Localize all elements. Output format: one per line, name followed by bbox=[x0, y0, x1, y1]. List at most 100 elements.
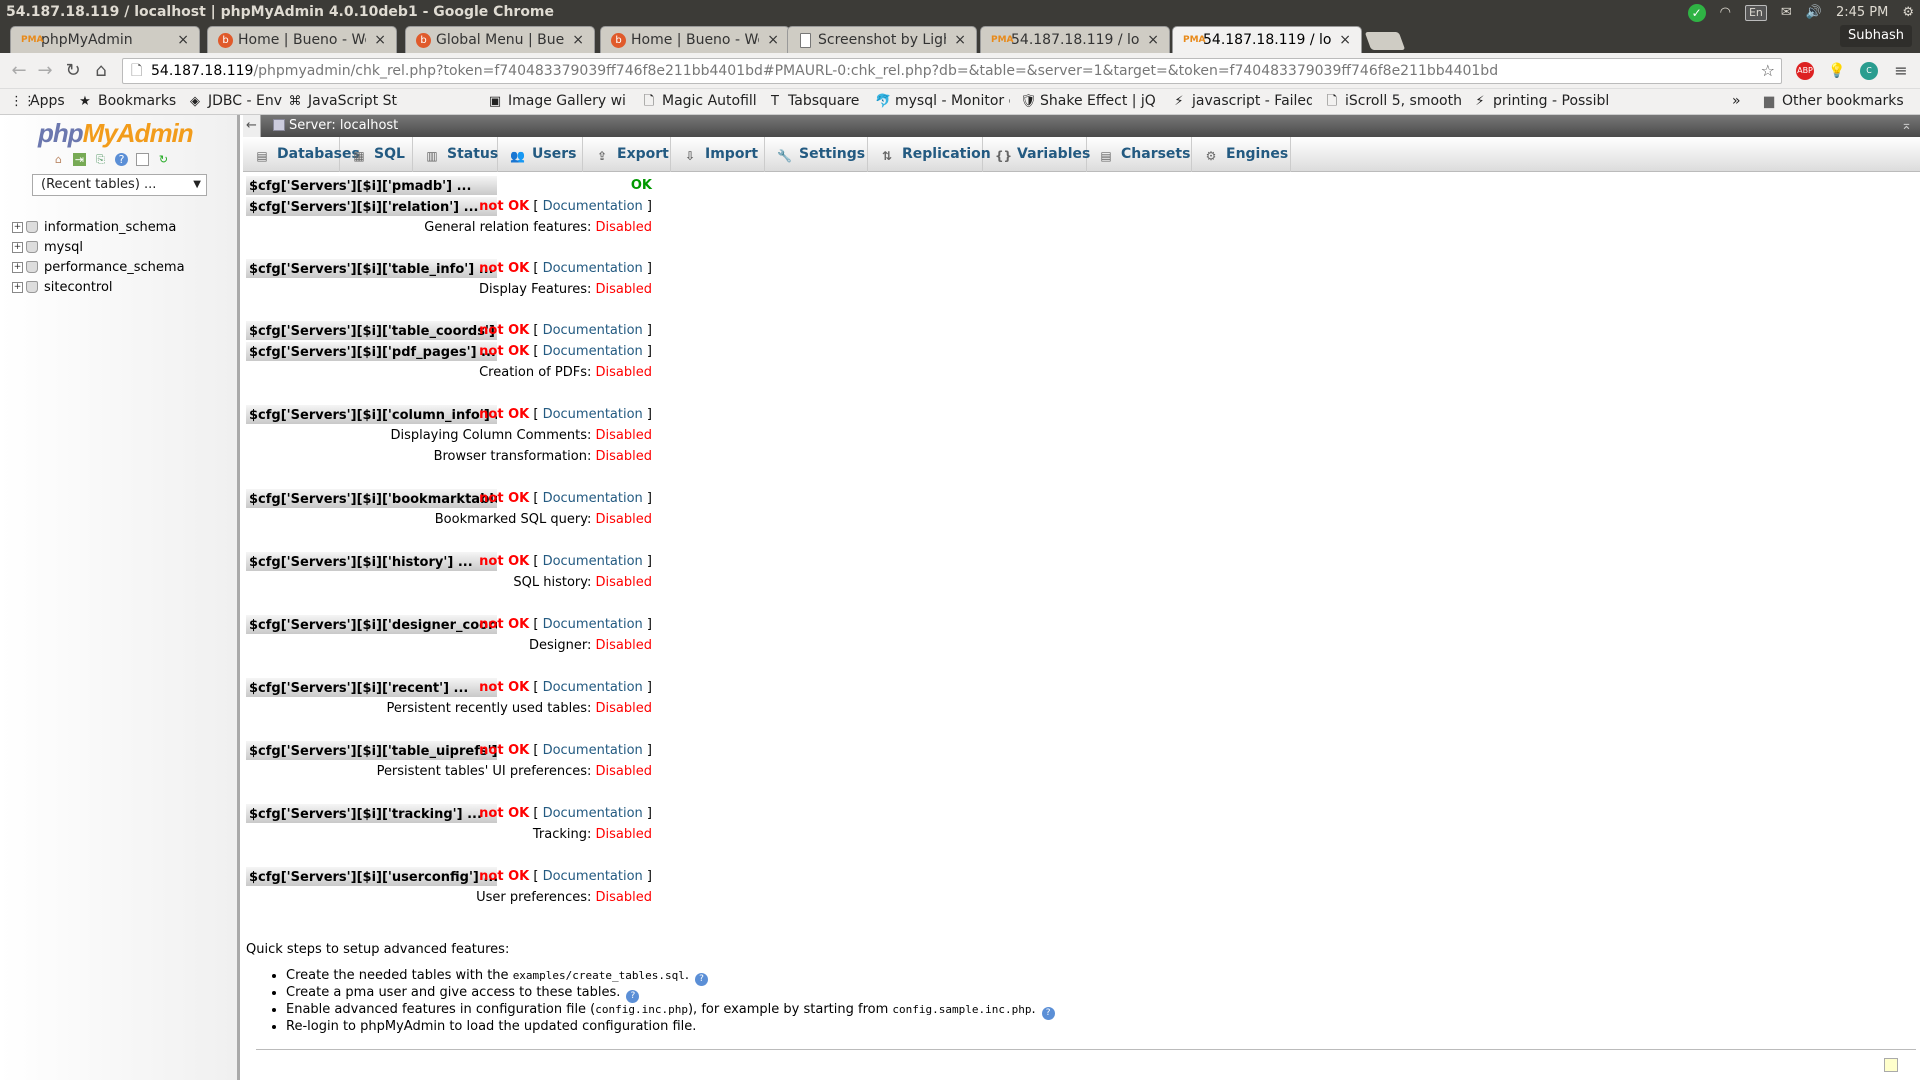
home-icon[interactable]: ⌂ bbox=[90, 60, 112, 82]
bookmark-item[interactable]: ⌘ JavaScript Stater bbox=[288, 89, 399, 114]
lightbulb-icon[interactable]: 💡 bbox=[1828, 62, 1846, 80]
documentation-link[interactable]: Documentation bbox=[543, 407, 643, 422]
browser-tab[interactable]: b Home | Bueno - Wo × bbox=[207, 26, 397, 53]
reload-icon[interactable]: ↻ bbox=[62, 60, 84, 82]
tab-charsets[interactable]: ▤ Charsets bbox=[1087, 137, 1192, 172]
bookmark-item[interactable]: ▣ Image Gallery wi bbox=[488, 89, 628, 114]
database-item[interactable]: + mysql bbox=[12, 237, 185, 257]
browser-tab[interactable]: PMA54.187.18.119 / loca × bbox=[980, 26, 1170, 53]
config-key: $cfg['Servers'][$i]['history'] ... bbox=[246, 552, 497, 571]
help-icon[interactable]: ? bbox=[1041, 1007, 1055, 1020]
tab-engines[interactable]: ⚙ Engines bbox=[1192, 137, 1291, 172]
documentation-link[interactable]: Documentation bbox=[543, 491, 643, 506]
query-window-icon[interactable]: ⎘ bbox=[94, 153, 107, 166]
mail-icon[interactable]: ✉ bbox=[1781, 0, 1792, 25]
tab-sql[interactable]: ▦ SQL bbox=[340, 137, 413, 172]
documentation-link[interactable]: Documentation bbox=[543, 554, 643, 569]
logout-icon[interactable]: ⇥ bbox=[73, 153, 86, 166]
extension-icon[interactable]: C bbox=[1860, 62, 1878, 80]
bookmark-item[interactable]: ◈ JDBC - Environm bbox=[188, 89, 283, 114]
address-bar[interactable]: 🗋 54.187.18.119/phpmyadmin/chk_rel.php?t… bbox=[122, 58, 1782, 84]
step-text: . bbox=[684, 968, 690, 983]
feature-row: Display Features: Disabled bbox=[246, 279, 652, 300]
wifi-icon[interactable]: ◠ bbox=[1720, 0, 1731, 25]
tab-status[interactable]: ▥ Status bbox=[413, 137, 498, 172]
other-bookmarks[interactable]: ▆ Other bookmarks bbox=[1762, 89, 1920, 114]
recent-tables-select[interactable]: (Recent tables) ... ▼ bbox=[32, 174, 207, 196]
tab-variables[interactable]: {} Variables bbox=[983, 137, 1090, 172]
browser-tab[interactable]: PMA phpMyAdmin × bbox=[10, 26, 200, 53]
expand-icon[interactable]: + bbox=[12, 281, 23, 293]
bookmark-star-icon[interactable]: ☆ bbox=[1761, 59, 1775, 83]
close-icon[interactable]: × bbox=[1147, 27, 1159, 53]
documentation-link[interactable]: Documentation bbox=[543, 344, 643, 359]
database-item[interactable]: + information_schema bbox=[12, 217, 185, 237]
close-icon[interactable]: × bbox=[374, 27, 386, 53]
volume-icon[interactable]: 🔊 bbox=[1806, 0, 1822, 25]
expand-icon[interactable]: + bbox=[12, 241, 23, 253]
collapse-navigation-icon[interactable]: ← bbox=[243, 115, 261, 137]
feature-disabled: Disabled bbox=[595, 365, 652, 380]
close-icon[interactable]: × bbox=[177, 27, 189, 53]
browser-tab[interactable]: PMA54.187.18.119 / loca × bbox=[1172, 26, 1362, 53]
documentation-link[interactable]: Documentation bbox=[543, 806, 643, 821]
tab-databases[interactable]: ▤ Databases bbox=[243, 137, 360, 172]
documentation-link[interactable]: Documentation bbox=[543, 199, 643, 214]
documentation-icon[interactable]: ? bbox=[115, 153, 128, 166]
tab-users[interactable]: 👥 Users bbox=[498, 137, 583, 172]
home-icon[interactable]: ⌂ bbox=[52, 153, 65, 166]
collapse-top-icon[interactable]: ⌅ bbox=[1901, 115, 1912, 137]
quick-step: Create the needed tables with the exampl… bbox=[286, 967, 1055, 986]
close-icon[interactable]: × bbox=[767, 27, 779, 53]
check-status: not OK [ Documentation ] bbox=[479, 261, 652, 276]
page-info-icon[interactable]: 🗋 bbox=[131, 59, 142, 83]
close-icon[interactable]: × bbox=[954, 27, 966, 53]
bookmark-item[interactable]: 🐬 mysql - Monitor c bbox=[875, 89, 1010, 114]
browser-tab[interactable]: Screenshot by Light × bbox=[787, 26, 977, 53]
breadcrumb[interactable]: Server: localhost bbox=[273, 115, 398, 137]
documentation-link[interactable]: Documentation bbox=[543, 617, 643, 632]
expand-icon[interactable]: + bbox=[12, 221, 23, 233]
quick-steps-list: Create the needed tables with the exampl… bbox=[286, 967, 1055, 1035]
documentation-link[interactable]: Documentation bbox=[543, 680, 643, 695]
more-bookmarks-button[interactable]: » bbox=[1732, 89, 1752, 114]
keyboard-layout[interactable]: En bbox=[1744, 4, 1767, 21]
bookmark-item[interactable]: ⚡ printing - Possibl bbox=[1473, 89, 1608, 114]
forward-arrow-icon[interactable]: → bbox=[34, 60, 56, 82]
settings-gear-icon[interactable]: ⚙ bbox=[1902, 0, 1914, 25]
tab-import[interactable]: ⇩ Import bbox=[671, 137, 765, 172]
tab-replication[interactable]: ⇅ Replication bbox=[868, 137, 991, 172]
close-icon[interactable]: × bbox=[1339, 27, 1351, 53]
bookmark-item[interactable]: 🗋 Magic Autofill bbox=[642, 89, 757, 114]
expand-icon[interactable]: + bbox=[12, 261, 23, 273]
database-item[interactable]: + performance_schema bbox=[12, 257, 185, 277]
bookmark-item[interactable]: ★ Bookmarks bbox=[78, 89, 178, 114]
back-arrow-icon[interactable]: ← bbox=[8, 60, 30, 82]
documentation-link[interactable]: Documentation bbox=[543, 323, 643, 338]
database-item[interactable]: + sitecontrol bbox=[12, 277, 185, 297]
console-icon[interactable] bbox=[1884, 1058, 1898, 1072]
bookmark-item[interactable]: ⋮⋮Apps bbox=[10, 89, 70, 114]
documentation-link[interactable]: Documentation bbox=[543, 869, 643, 884]
bookmark-item[interactable]: T Tabsquare bbox=[768, 89, 868, 114]
profile-button[interactable]: Subhash bbox=[1840, 25, 1912, 47]
docs-page-icon[interactable] bbox=[136, 153, 149, 166]
browser-tab[interactable]: b Global Menu | Buen × bbox=[405, 26, 595, 53]
adblock-icon[interactable]: ABP bbox=[1796, 62, 1814, 80]
sync-icon[interactable]: ✓ bbox=[1687, 3, 1706, 22]
browser-tab[interactable]: b Home | Bueno - Wo × bbox=[600, 26, 790, 53]
help-icon[interactable]: ? bbox=[695, 973, 709, 986]
menu-icon[interactable]: ≡ bbox=[1892, 62, 1910, 80]
bookmark-item[interactable]: 🛡 Shake Effect | jQ bbox=[1020, 89, 1160, 114]
phpmyadmin-logo[interactable]: phpMyAdmin bbox=[38, 118, 194, 149]
documentation-link[interactable]: Documentation bbox=[543, 261, 643, 276]
documentation-link[interactable]: Documentation bbox=[543, 743, 643, 758]
clock[interactable]: 2:45 PM bbox=[1836, 0, 1888, 25]
close-icon[interactable]: × bbox=[572, 27, 584, 53]
reload-navigation-icon[interactable]: ↻ bbox=[157, 153, 170, 166]
tab-export[interactable]: ⇪ Export bbox=[583, 137, 671, 172]
bookmark-item[interactable]: 🗋 iScroll 5, smooth bbox=[1325, 89, 1465, 114]
tab-settings[interactable]: 🔧 Settings bbox=[765, 137, 868, 172]
bookmark-item[interactable]: ⚡ javascript - Failed bbox=[1172, 89, 1312, 114]
new-tab-button[interactable] bbox=[1364, 32, 1406, 50]
